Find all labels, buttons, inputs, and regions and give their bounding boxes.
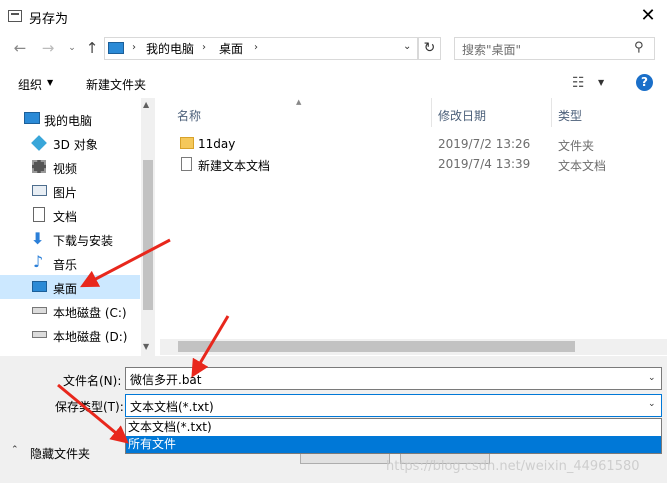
view-options-icon[interactable]: ☷ [572,75,585,91]
filetype-option-all[interactable]: 所有文件 [126,436,661,453]
sidebar-item-pictures[interactable]: 图片 [0,179,140,203]
filename-label: 文件名(N): [63,374,122,388]
refresh-icon[interactable]: ↻ [418,37,441,60]
video-icon [32,160,46,173]
column-header-type[interactable]: 类型 [558,107,582,124]
file-row[interactable]: 11day 2019/7/2 13:26 文件夹 [160,134,620,154]
title-bar [0,0,667,34]
filename-value: 微信多开.bat [130,373,202,387]
sidebar-item-downloads[interactable]: ⬇ 下载与安装 [0,227,140,251]
sidebar-item-label: 3D 对象 [53,138,98,152]
picture-icon [32,185,47,196]
filename-field[interactable] [125,367,662,390]
cube-icon [31,135,47,151]
breadcrumb-desktop[interactable]: 桌面 [219,40,243,57]
sidebar-item-label: 我的电脑 [44,114,93,128]
document-icon [33,207,45,222]
sidebar-item-3d-objects[interactable]: 3D 对象 [0,131,140,155]
chevron-up-icon[interactable]: ⌃ [11,445,19,455]
sidebar-scrollbar-thumb[interactable] [143,160,153,310]
filetype-value: 文本文档(*.txt) [130,400,214,414]
desktop-icon [32,281,47,292]
sidebar-item-label: 本地磁盘 (C:) [53,306,127,320]
music-icon: ♪ [33,252,44,271]
file-row[interactable]: 新建文本文档 2019/7/4 13:39 文本文档 [160,154,620,174]
column-header-date[interactable]: 修改日期 [438,107,486,124]
file-date: 2019/7/4 13:39 [438,157,531,171]
filetype-label: 保存类型(T): [55,400,124,414]
file-type: 文本文档 [558,159,607,173]
chevron-down-icon[interactable]: ⌄ [648,399,656,409]
chevron-down-icon[interactable]: ▼ [598,78,604,87]
drive-icon [32,307,47,314]
file-date: 2019/7/2 13:26 [438,137,531,151]
close-icon[interactable]: ✕ [636,5,660,27]
text-file-icon [181,157,192,171]
column-header-name[interactable]: 名称 [177,107,201,124]
file-name: 11day [198,137,236,151]
sidebar-item-label: 本地磁盘 (D:) [53,330,128,344]
drive-icon [32,331,47,338]
sidebar-item-label: 桌面 [53,282,78,296]
address-dropdown-chevron-icon[interactable]: ⌄ [403,41,411,52]
sidebar-item-label: 图片 [53,186,78,200]
chevron-down-icon: ▼ [47,78,54,87]
new-folder-button[interactable]: 新建文件夹 [86,76,146,93]
file-name: 新建文本文档 [198,159,271,173]
column-divider[interactable] [431,98,432,127]
forward-arrow-icon[interactable]: → [38,38,58,58]
help-icon[interactable]: ? [636,74,653,91]
watermark: https://blog.csdn.net/weixin_44961580 [386,459,640,474]
folder-icon [180,137,194,149]
download-icon: ⬇ [31,229,45,248]
sidebar-item-label: 视频 [53,162,78,176]
filetype-option-txt[interactable]: 文本文档(*.txt) [126,419,661,436]
hide-folders-button[interactable]: 隐藏文件夹 [30,445,90,462]
up-arrow-icon[interactable]: ↑ [82,38,102,58]
sort-caret-icon: ▲ [296,98,302,106]
sidebar-item-music[interactable]: ♪ 音乐 [0,251,140,275]
chevron-down-icon[interactable]: ⌄ [648,373,656,383]
sidebar-item-label: 下载与安装 [53,234,114,248]
recent-locations-chevron-icon[interactable]: ⌄ [62,38,82,58]
scroll-down-icon[interactable]: ▼ [143,342,149,351]
sidebar-item-my-computer[interactable]: 我的电脑 [0,107,140,131]
search-placeholder: 搜索"桌面" [462,43,522,57]
breadcrumb-my-computer[interactable]: 我的电脑 [146,40,194,57]
sidebar-item-label: 音乐 [53,258,78,272]
scroll-up-icon[interactable]: ▲ [143,100,149,109]
organize-button[interactable]: 组织 [18,76,42,93]
search-icon[interactable]: ⚲ [634,40,644,55]
sidebar-item-desktop[interactable]: 桌面 [0,275,140,299]
sidebar-item-videos[interactable]: 视频 [0,155,140,179]
back-arrow-icon[interactable]: ← [10,38,30,58]
window-icon [8,10,22,22]
sidebar-item-label: 文档 [53,210,78,224]
computer-icon [24,112,40,124]
sidebar-item-documents[interactable]: 文档 [0,203,140,227]
horizontal-scrollbar-thumb[interactable] [178,341,575,352]
sidebar-item-drive-c[interactable]: 本地磁盘 (C:) [0,299,140,323]
breadcrumb-separator-icon: › [132,42,136,53]
window-title: 另存为 [29,12,69,27]
file-type: 文件夹 [558,139,595,153]
computer-icon [108,42,124,54]
column-divider[interactable] [551,98,552,127]
breadcrumb-separator-icon: › [254,42,258,53]
breadcrumb-separator-icon: › [202,42,206,53]
sidebar-item-drive-d[interactable]: 本地磁盘 (D:) [0,323,140,347]
